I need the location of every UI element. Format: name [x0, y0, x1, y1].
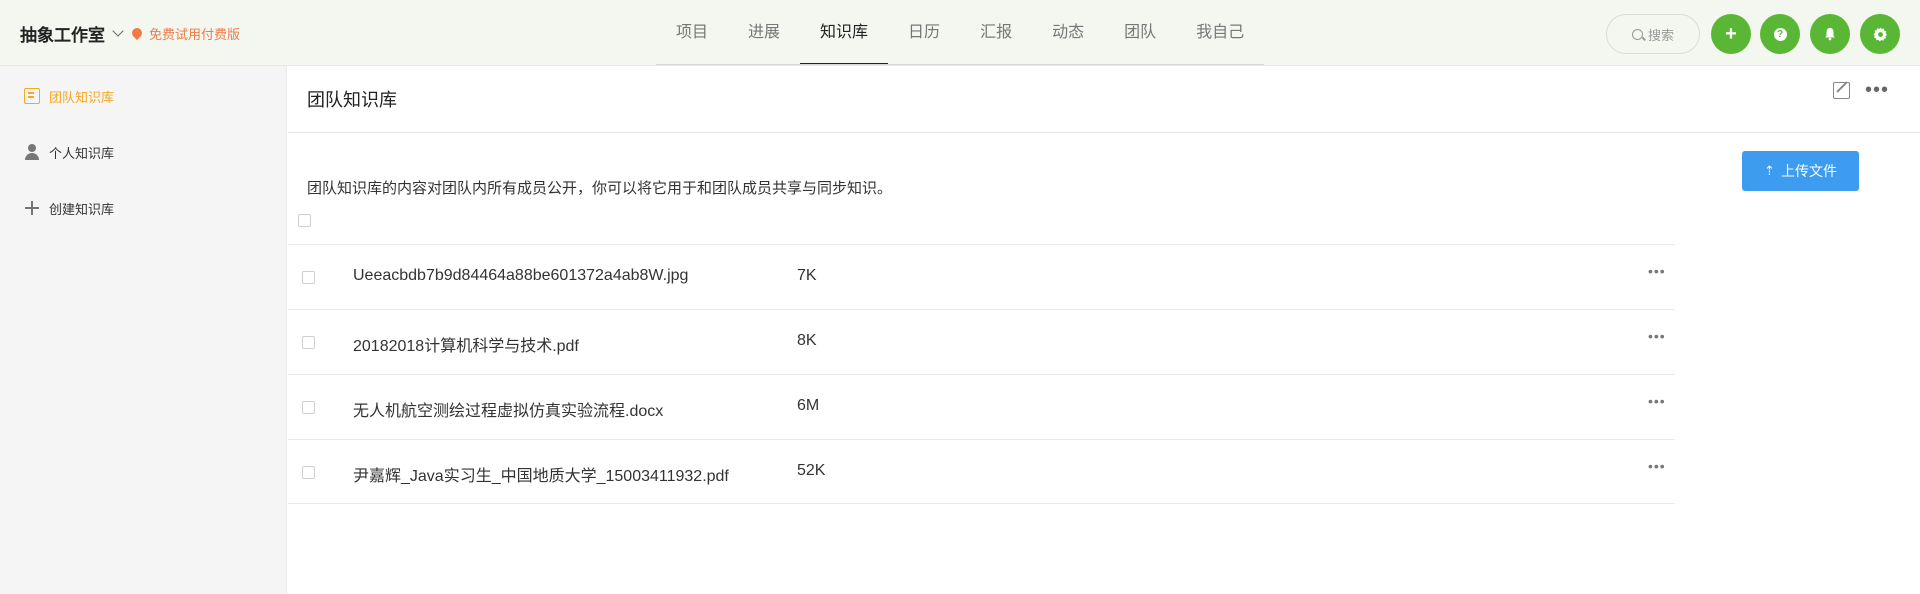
file-checkbox[interactable] — [302, 336, 315, 349]
file-name[interactable]: 20182018计算机科学与技术.pdf — [353, 332, 579, 356]
nav-tab-projects[interactable]: 项目 — [656, 0, 728, 66]
sidebar-item-label: 个人知识库 — [49, 145, 115, 161]
file-size: 8K — [797, 332, 817, 349]
workspace-name: 抽象工作室 — [20, 25, 105, 45]
edit-icon[interactable] — [1833, 82, 1850, 99]
file-row[interactable]: 20182018计算机科学与技术.pdf 8K ••• — [288, 309, 1675, 374]
select-all-checkbox[interactable] — [298, 214, 311, 227]
row-more-icon[interactable]: ••• — [1648, 458, 1666, 474]
page-title: 团队知识库 — [307, 90, 397, 110]
file-size: 6M — [797, 397, 820, 414]
help-icon: ? — [1773, 27, 1787, 41]
file-checkbox[interactable] — [302, 466, 315, 479]
file-name[interactable]: Ueeacbdb7b9d84464a88be601372a4ab8W.jpg — [353, 267, 688, 285]
sidebar-item-team-kb[interactable]: 团队知识库 — [24, 86, 114, 106]
file-name[interactable]: 尹嘉辉_Java实习生_中国地质大学_15003411932.pdf — [353, 462, 729, 486]
nav-divider — [656, 64, 1264, 65]
file-row[interactable]: Ueeacbdb7b9d84464a88be601372a4ab8W.jpg 7… — [288, 244, 1675, 309]
nav-tab-myself[interactable]: 我自己 — [1176, 0, 1264, 66]
file-row[interactable]: 尹嘉辉_Java实习生_中国地质大学_15003411932.pdf 52K •… — [288, 439, 1675, 504]
sidebar-item-label: 团队知识库 — [49, 89, 115, 105]
bell-icon — [1825, 28, 1835, 41]
sidebar-item-personal-kb[interactable]: 个人知识库 — [24, 142, 114, 162]
file-list: Ueeacbdb7b9d84464a88be601372a4ab8W.jpg 7… — [288, 244, 1675, 504]
add-button[interactable]: + — [1711, 14, 1751, 54]
upload-icon: ⇡ — [1764, 163, 1775, 178]
trial-label: 免费试用付费版 — [149, 26, 241, 42]
kb-description: 团队知识库的内容对团队内所有成员公开，你可以将它用于和团队成员共享与同步知识。 — [307, 180, 893, 197]
upload-label: 上传文件 — [1780, 163, 1837, 179]
help-button[interactable]: ? — [1760, 14, 1800, 54]
upload-file-button[interactable]: ⇡ 上传文件 — [1742, 151, 1859, 191]
chevron-down-icon — [112, 25, 124, 37]
search-icon — [1631, 28, 1643, 40]
trial-link[interactable]: 免费试用付费版 — [129, 24, 241, 43]
search-label: 搜索 — [1647, 27, 1674, 43]
workspace-switcher[interactable]: 抽象工作室 免费试用付费版 — [20, 21, 240, 45]
row-more-icon[interactable]: ••• — [1648, 263, 1666, 279]
nav-tab-team[interactable]: 团队 — [1104, 0, 1176, 66]
title-divider — [288, 132, 1920, 133]
main-nav: 项目 进展 知识库 日历 汇报 动态 团队 我自己 — [656, 0, 1264, 66]
nav-tab-calendar[interactable]: 日历 — [888, 0, 960, 66]
nav-tab-activity[interactable]: 动态 — [1032, 0, 1104, 66]
search-button[interactable]: 搜索 — [1606, 14, 1700, 54]
book-icon — [24, 88, 40, 104]
row-more-icon[interactable]: ••• — [1648, 328, 1666, 344]
top-header: 抽象工作室 免费试用付费版 项目 进展 知识库 日历 汇报 动态 团队 我自己 … — [0, 0, 1920, 66]
nav-tab-knowledge-base[interactable]: 知识库 — [800, 0, 889, 66]
sidebar-item-create-kb[interactable]: 创建知识库 — [24, 198, 114, 218]
file-size: 7K — [797, 267, 817, 284]
file-checkbox[interactable] — [302, 271, 315, 284]
plus-icon: + — [1725, 22, 1737, 45]
pin-icon — [129, 25, 145, 41]
settings-button[interactable] — [1860, 14, 1900, 54]
sidebar-item-label: 创建知识库 — [49, 201, 115, 217]
more-icon[interactable]: ••• — [1865, 80, 1889, 100]
notifications-button[interactable] — [1810, 14, 1850, 54]
plus-icon — [24, 200, 40, 216]
file-size: 52K — [797, 462, 826, 479]
file-name[interactable]: 无人机航空测绘过程虚拟仿真实验流程.docx — [353, 397, 663, 421]
file-checkbox[interactable] — [302, 401, 315, 414]
gear-icon — [1872, 26, 1887, 41]
row-more-icon[interactable]: ••• — [1648, 393, 1666, 409]
sidebar: 团队知识库 个人知识库 创建知识库 — [0, 66, 287, 594]
nav-tab-progress[interactable]: 进展 — [728, 0, 800, 66]
file-row[interactable]: 无人机航空测绘过程虚拟仿真实验流程.docx 6M ••• — [288, 374, 1675, 439]
user-icon — [24, 144, 40, 160]
nav-tab-reports[interactable]: 汇报 — [960, 0, 1032, 66]
